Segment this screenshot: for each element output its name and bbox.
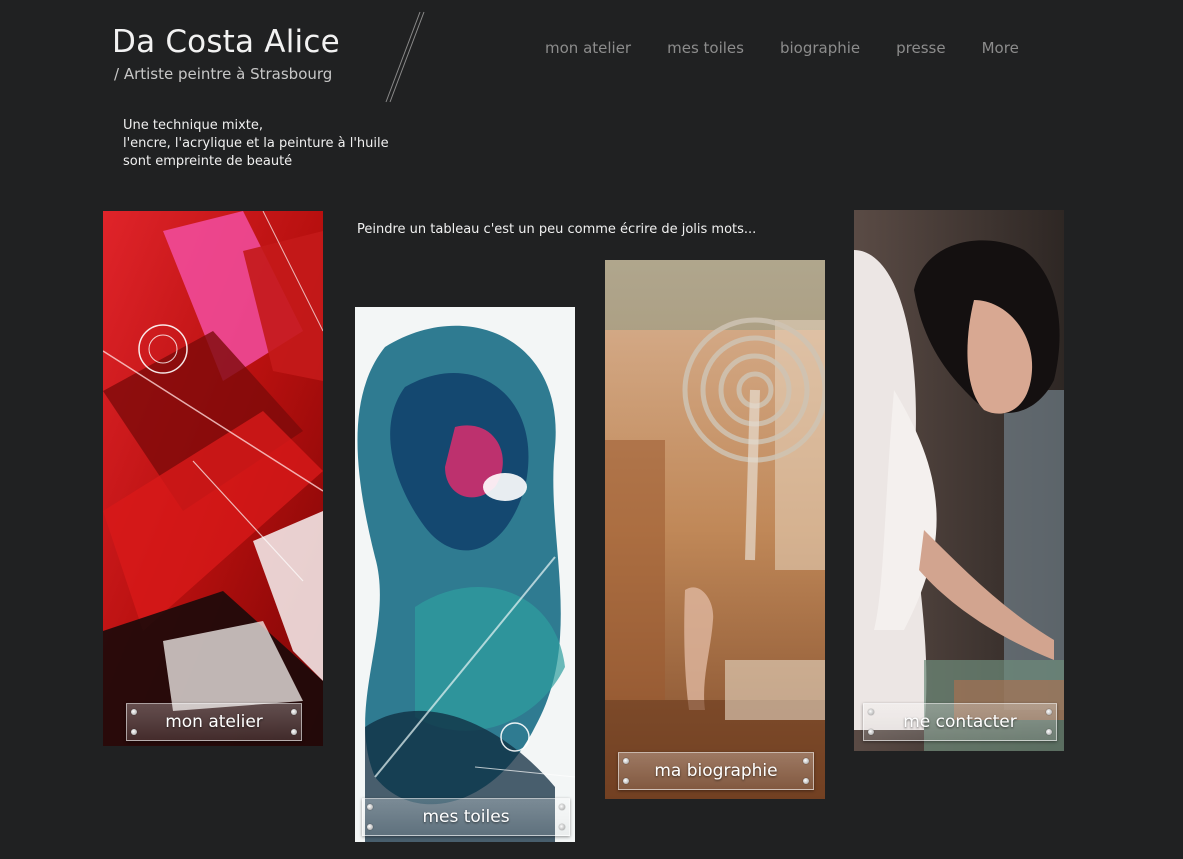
screw-icon [868,729,874,735]
nav-item-mes-toiles[interactable]: mes toiles [667,39,744,57]
card-label: mon atelier [165,712,263,732]
screw-icon [291,709,297,715]
site-title[interactable]: Da Costa Alice [112,24,340,60]
screw-icon [559,804,565,810]
screw-icon [868,709,874,715]
screw-icon [1046,709,1052,715]
screw-icon [291,729,297,735]
page: Da Costa Alice / Artiste peintre à Stras… [0,0,1183,859]
card-label: ma biographie [654,761,778,781]
nav-item-mon-atelier[interactable]: mon atelier [545,39,631,57]
tagline-line: l'encre, l'acrylique et la peinture à l'… [123,136,389,151]
screw-icon [367,824,373,830]
nav-item-more[interactable]: More [982,39,1019,57]
painting-ochre-spiral [605,260,825,799]
card-label: mes toiles [422,807,510,827]
card-mes-toiles[interactable]: mes toiles [355,307,575,842]
screw-icon [1046,729,1052,735]
painting-red-abstract [103,211,323,746]
quote-text: Peindre un tableau c'est un peu comme éc… [357,222,757,237]
screw-icon [131,709,137,715]
screw-icon [131,729,137,735]
artist-photo [854,210,1064,751]
screw-icon [623,758,629,764]
card-label-plaque[interactable]: mon atelier [126,703,302,741]
nav-item-biographie[interactable]: biographie [780,39,860,57]
card-ma-biographie[interactable]: ma biographie [605,260,825,799]
tagline-line: Une technique mixte, [123,118,264,133]
card-label-plaque[interactable]: me contacter [863,703,1057,741]
screw-icon [623,778,629,784]
main-nav: mon atelier mes toiles biographie presse… [545,39,1019,57]
painting-blue-abstract [355,307,575,842]
card-label-plaque[interactable]: mes toiles [362,798,570,836]
tagline: Une technique mixte, l'encre, l'acryliqu… [123,117,389,171]
nav-item-presse[interactable]: presse [896,39,945,57]
card-me-contacter[interactable]: me contacter [854,210,1064,751]
site-subtitle: / Artiste peintre à Strasbourg [114,65,333,83]
tagline-line: sont empreinte de beauté [123,154,293,169]
screw-icon [367,804,373,810]
card-label: me contacter [903,712,1017,732]
card-mon-atelier[interactable]: mon atelier [103,211,323,746]
card-label-plaque[interactable]: ma biographie [618,752,814,790]
screw-icon [803,758,809,764]
decorative-slash-lines [385,11,425,103]
screw-icon [803,778,809,784]
screw-icon [559,824,565,830]
